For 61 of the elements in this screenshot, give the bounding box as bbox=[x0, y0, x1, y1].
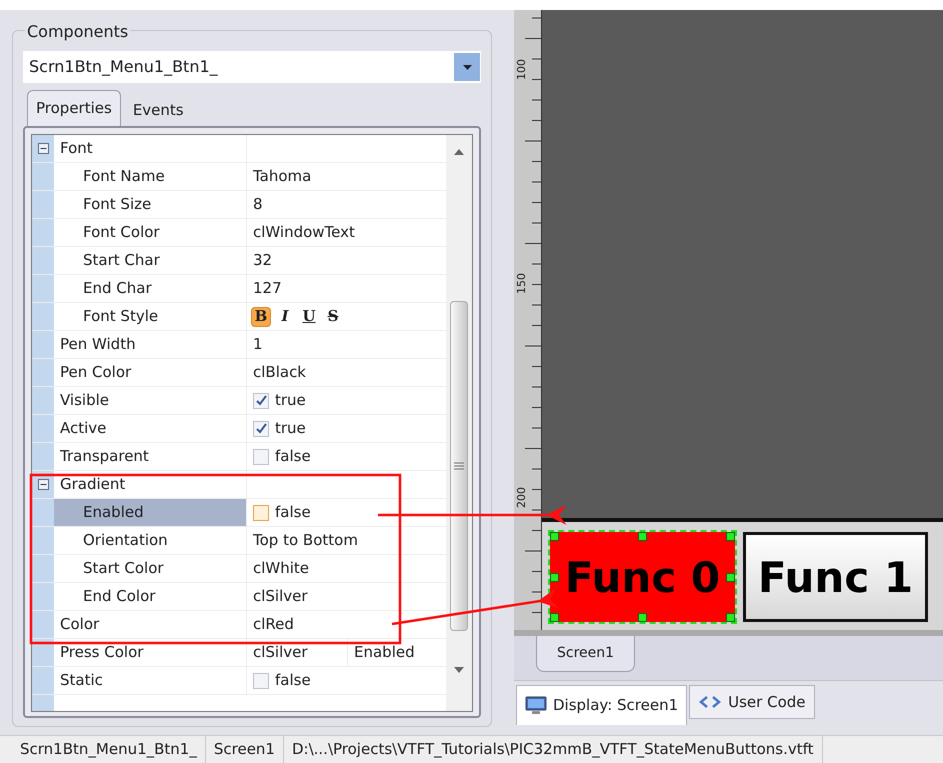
status-bar-item: Screen1 bbox=[206, 736, 284, 763]
status-bar-item: Scrn1Btn_Menu1_Btn1_ bbox=[12, 736, 206, 763]
tab[interactable]: Events bbox=[124, 94, 192, 126]
checkbox[interactable] bbox=[253, 672, 269, 688]
property-value: false bbox=[275, 502, 311, 524]
checkbox[interactable] bbox=[253, 448, 269, 464]
font-style-toggle[interactable]: S bbox=[323, 306, 343, 326]
scroll-down-icon[interactable] bbox=[454, 667, 464, 673]
collapse-icon[interactable] bbox=[38, 143, 48, 154]
code-icon bbox=[698, 695, 722, 709]
property-value: 32 bbox=[253, 250, 274, 272]
grip-icon bbox=[454, 461, 464, 471]
property-name[interactable]: Enabled bbox=[54, 499, 247, 526]
property-value: true bbox=[275, 418, 306, 440]
property-value: false bbox=[275, 446, 311, 468]
tab[interactable]: Properties bbox=[27, 90, 121, 126]
view-tab[interactable]: User Code bbox=[689, 685, 814, 719]
property-value: clBlack bbox=[253, 362, 307, 384]
ruler-label: 200 bbox=[516, 487, 527, 508]
font-style-toggle[interactable]: U bbox=[299, 306, 319, 326]
property-value: 1 bbox=[253, 334, 264, 356]
canvas-button[interactable]: Func 1 bbox=[743, 532, 928, 622]
property-value: 8 bbox=[253, 194, 264, 216]
resize-handle[interactable] bbox=[638, 532, 647, 541]
property-value: false bbox=[275, 670, 311, 692]
property-value: clRed bbox=[253, 614, 295, 636]
property-value: clWindowText bbox=[253, 222, 355, 244]
resize-handle[interactable] bbox=[550, 572, 559, 582]
status-bar-item: D:\...\Projects\VTFT_Tutorials\PIC32mmB_VTFT_StateMenuButtons.vtft bbox=[284, 736, 823, 763]
checkmark-icon bbox=[256, 395, 266, 406]
scroll-up-icon[interactable] bbox=[454, 149, 464, 155]
checkbox[interactable] bbox=[253, 392, 269, 408]
component-dropdown[interactable]: Scrn1Btn_Menu1_Btn1_ bbox=[23, 51, 481, 83]
property-value: clWhite bbox=[253, 558, 310, 580]
resize-handle[interactable] bbox=[550, 532, 559, 541]
collapse-icon[interactable] bbox=[38, 479, 48, 490]
font-style-toggle[interactable]: B bbox=[251, 306, 271, 326]
checkmark-icon bbox=[256, 423, 266, 434]
monitor-icon bbox=[525, 696, 547, 716]
checkbox[interactable] bbox=[253, 420, 269, 436]
property-extra-value: Enabled bbox=[347, 639, 415, 666]
property-value: clSilver bbox=[253, 586, 309, 608]
canvas-button[interactable]: Func 0 bbox=[550, 532, 735, 622]
resize-handle[interactable] bbox=[550, 613, 559, 622]
property-value: 127 bbox=[253, 278, 283, 300]
view-tab[interactable]: Display: Screen1 bbox=[516, 685, 688, 725]
resize-handle[interactable] bbox=[726, 572, 735, 582]
resize-handle[interactable] bbox=[726, 532, 735, 541]
screen-tab[interactable]: Screen1 bbox=[536, 636, 636, 672]
resize-handle[interactable] bbox=[726, 613, 735, 622]
property-value: Tahoma bbox=[253, 166, 312, 188]
resize-handle[interactable] bbox=[638, 613, 647, 622]
ruler-label: 150 bbox=[516, 273, 527, 294]
ruler-label: 100 bbox=[516, 59, 527, 80]
property-value: true bbox=[275, 390, 306, 412]
scrollbar[interactable] bbox=[446, 135, 472, 711]
property-value: Top to Bottom bbox=[253, 530, 358, 552]
checkbox[interactable] bbox=[253, 504, 269, 520]
property-value: clSilver bbox=[253, 642, 309, 664]
font-style-toggle[interactable]: I bbox=[275, 306, 295, 326]
dropdown-caret-icon[interactable] bbox=[454, 53, 480, 81]
